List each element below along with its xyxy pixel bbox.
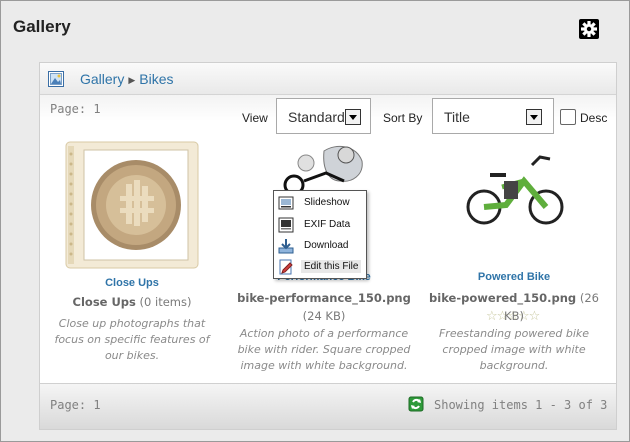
desc-label: Desc	[580, 111, 608, 125]
chevron-down-icon[interactable]	[345, 109, 361, 125]
item-title-text: bike-performance_150.png	[237, 291, 411, 305]
item-title: bike-performance_150.png (24 KB)	[234, 289, 414, 325]
breadcrumb-gallery-link[interactable]: Gallery	[80, 71, 124, 87]
desc-checkbox[interactable]	[560, 109, 576, 125]
item-description: Action photo of a performance bike with …	[237, 327, 411, 372]
sort-by-label: Sort By	[383, 111, 423, 125]
page-label-bottom: Page: 1	[50, 398, 101, 412]
sort-select-value: Title	[444, 109, 470, 125]
menu-item-exif-data[interactable]: EXIF Data	[276, 215, 364, 235]
breadcrumb-bikes-link[interactable]: Bikes	[139, 71, 173, 87]
page-label-top: Page: 1	[50, 102, 101, 116]
item-description: Freestanding powered bike cropped image …	[438, 327, 590, 372]
menu-item-label: Download	[304, 240, 349, 251]
electric-bike-icon	[462, 147, 566, 229]
sort-select[interactable]: Title	[432, 98, 554, 134]
gear-icon[interactable]	[579, 19, 599, 39]
menu-item-slideshow[interactable]: Slideshow	[276, 193, 364, 213]
menu-item-edit-this-file[interactable]: Edit this File	[276, 257, 364, 277]
gallery-icon	[48, 71, 64, 91]
context-menu: Slideshow EXIF Data Download Edit this F…	[273, 190, 367, 279]
album-icon	[65, 141, 199, 269]
item-description: Close up photographs that focus on speci…	[54, 317, 210, 362]
view-select[interactable]: Standard	[276, 98, 371, 134]
gallery-panel: Gallery ▶ Bikes Page: 1 View Standard Sort…	[39, 62, 617, 430]
exif-icon	[278, 217, 294, 233]
window-title: Gallery	[13, 17, 71, 36]
view-select-value: Standard	[288, 109, 345, 125]
image-thumbnail[interactable]	[462, 147, 566, 229]
menu-item-label: Edit this File	[301, 260, 362, 273]
image-thumbnail[interactable]	[274, 141, 374, 196]
breadcrumb: Gallery ▶ Bikes	[40, 63, 616, 95]
edit-file-icon	[279, 259, 293, 275]
download-icon	[278, 239, 294, 254]
item-title: Close Ups (0 items)	[54, 293, 210, 311]
footer-bar: Page: 1 Showing items 1 - 3 of 3	[40, 383, 616, 429]
showing-items-text: Showing items 1 - 3 of 3	[434, 398, 608, 412]
breadcrumb-separator-icon: ▶	[128, 75, 136, 85]
item-meta: (0 items)	[139, 295, 192, 309]
refresh-icon[interactable]	[408, 396, 424, 416]
item-title-text: Close Ups	[72, 295, 136, 309]
item-meta: (24 KB)	[302, 309, 346, 323]
menu-item-label: EXIF Data	[304, 219, 351, 230]
menu-item-download[interactable]: Download	[276, 236, 364, 256]
item-title-text: bike-powered_150.png	[429, 291, 577, 305]
gallery-window: Gallery Gallery ▶ Bikes Page: 1 View Sta…	[0, 0, 630, 442]
menu-item-label: Slideshow	[304, 197, 350, 208]
album-thumbnail[interactable]	[64, 140, 200, 270]
item-caption-link[interactable]: Powered Bike	[452, 271, 576, 283]
bike-rider-icon	[274, 141, 374, 196]
chevron-down-icon[interactable]	[526, 109, 542, 125]
item-title: bike-powered_150.png (26 KB)	[426, 289, 602, 325]
view-label: View	[242, 111, 268, 125]
slideshow-icon	[278, 196, 294, 210]
item-caption-link[interactable]: Close Ups	[64, 277, 200, 289]
